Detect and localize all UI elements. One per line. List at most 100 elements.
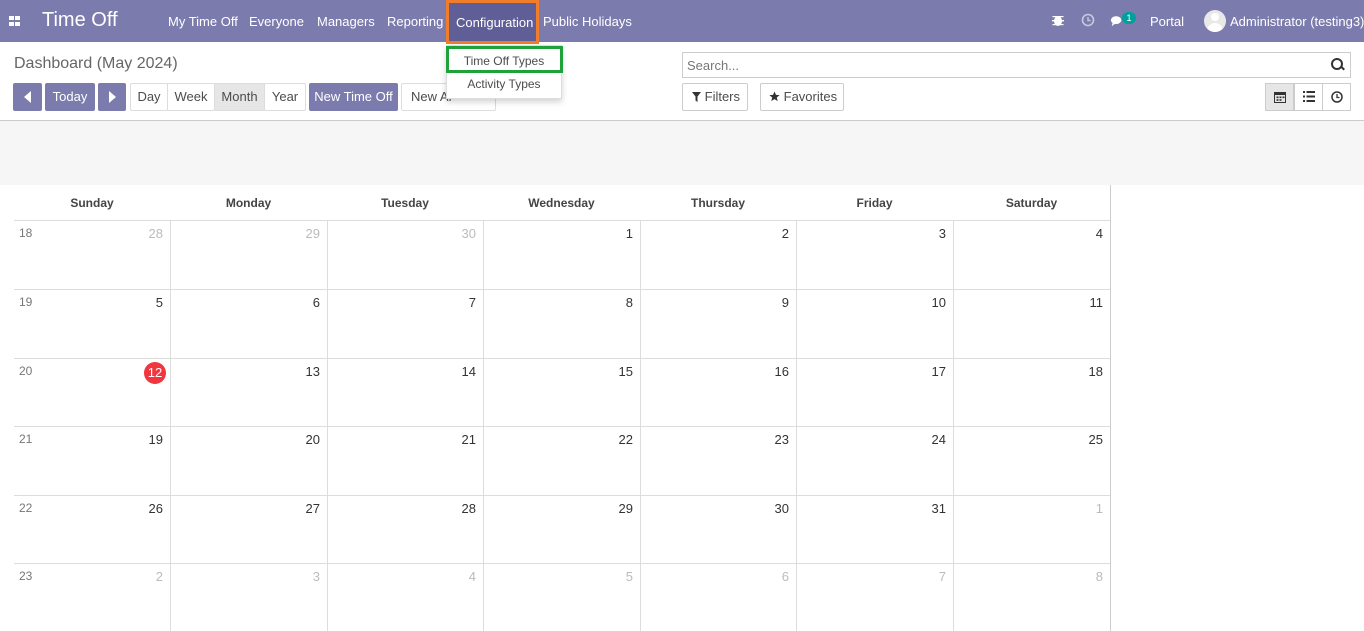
day-number: 6: [312, 295, 320, 310]
day-number: 15: [618, 364, 633, 379]
day-cell[interactable]: 7: [796, 564, 953, 631]
star-icon: [769, 91, 780, 102]
day-header-thursday: Thursday: [690, 196, 745, 210]
calendar-week-row: 22 26 27 28 29 30 31 1: [14, 496, 1110, 564]
menu-managers[interactable]: Managers: [317, 14, 375, 29]
day-header-monday: Monday: [225, 196, 272, 210]
day-cell[interactable]: 1: [953, 496, 1110, 564]
activity-view-button[interactable]: [1322, 83, 1351, 111]
day-cell[interactable]: 13: [170, 359, 327, 427]
day-number: 5: [625, 569, 633, 584]
arrow-left-icon: [24, 90, 31, 103]
day-cell[interactable]: 31: [796, 496, 953, 564]
day-number: 3: [938, 226, 946, 241]
day-cell[interactable]: 30: [640, 496, 796, 564]
day-number: 30: [461, 226, 476, 241]
menu-item-activity-types[interactable]: Activity Types: [447, 77, 561, 91]
day-number: 7: [468, 295, 476, 310]
user-menu[interactable]: Administrator (testing3): [1230, 14, 1364, 29]
day-cell[interactable]: 3: [170, 564, 327, 631]
debug-bug-icon[interactable]: [1051, 13, 1065, 27]
day-cell[interactable]: 26: [14, 496, 170, 564]
day-number: 10: [931, 295, 946, 310]
day-cell[interactable]: 6: [170, 290, 327, 358]
day-cell[interactable]: 10: [796, 290, 953, 358]
calendar-sidebar-area: [1110, 185, 1364, 631]
search-input[interactable]: [687, 56, 1317, 74]
day-cell[interactable]: 29: [483, 496, 640, 564]
today-button[interactable]: Today: [45, 83, 95, 111]
day-cell[interactable]: 16: [640, 359, 796, 427]
day-cell[interactable]: 30: [327, 221, 483, 289]
today-marker: 12: [144, 362, 166, 384]
day-cell[interactable]: 5: [483, 564, 640, 631]
day-cell[interactable]: 15: [483, 359, 640, 427]
day-number: 7: [938, 569, 946, 584]
favorites-button[interactable]: Favorites: [760, 83, 844, 111]
day-cell[interactable]: 1: [483, 221, 640, 289]
day-cell[interactable]: 29: [170, 221, 327, 289]
day-cell[interactable]: 8: [483, 290, 640, 358]
day-cell[interactable]: 7: [327, 290, 483, 358]
portal-link[interactable]: Portal: [1150, 14, 1184, 29]
menu-everyone[interactable]: Everyone: [249, 14, 304, 29]
day-cell[interactable]: 8: [953, 564, 1110, 631]
day-cell[interactable]: 20: [170, 427, 327, 495]
day-cell[interactable]: 2: [14, 564, 170, 631]
day-number: 1: [1095, 501, 1103, 516]
menu-public-holidays[interactable]: Public Holidays: [543, 14, 632, 29]
app-title[interactable]: Time Off: [42, 9, 118, 32]
calendar-icon: [1273, 92, 1286, 103]
scale-year-button[interactable]: Year: [264, 83, 306, 111]
day-cell[interactable]: 23: [640, 427, 796, 495]
scale-month-button[interactable]: Month: [214, 83, 265, 111]
day-cell[interactable]: 19: [14, 427, 170, 495]
day-cell[interactable]: 22: [483, 427, 640, 495]
day-cell[interactable]: 4: [327, 564, 483, 631]
menu-my-time-off[interactable]: My Time Off: [168, 14, 238, 29]
day-number: 21: [461, 432, 476, 447]
day-cell[interactable]: 3: [796, 221, 953, 289]
day-cell-today[interactable]: 12: [14, 359, 170, 427]
day-cell[interactable]: 21: [327, 427, 483, 495]
filters-button[interactable]: Filters: [682, 83, 748, 111]
day-cell[interactable]: 28: [14, 221, 170, 289]
day-cell[interactable]: 17: [796, 359, 953, 427]
day-cell[interactable]: 5: [14, 290, 170, 358]
day-number: 1: [625, 226, 633, 241]
day-cell[interactable]: 28: [327, 496, 483, 564]
day-number: 31: [931, 501, 946, 516]
day-cell[interactable]: 25: [953, 427, 1110, 495]
day-number: 4: [468, 569, 476, 584]
day-number: 20: [305, 432, 320, 447]
previous-button[interactable]: [13, 83, 42, 111]
day-number: 30: [774, 501, 789, 516]
activity-clock-icon[interactable]: [1081, 13, 1095, 27]
day-cell[interactable]: 18: [953, 359, 1110, 427]
day-number: 13: [305, 364, 320, 379]
messages-count-badge: 1: [1122, 12, 1136, 24]
menu-reporting[interactable]: Reporting: [387, 14, 443, 29]
user-avatar[interactable]: [1204, 10, 1226, 32]
day-cell[interactable]: 27: [170, 496, 327, 564]
menu-configuration-label: Configuration: [456, 15, 534, 30]
day-number: 8: [1095, 569, 1103, 584]
calendar-week-row: 23 2 3 4 5 6 7 8: [14, 564, 1110, 631]
arrow-right-icon: [108, 90, 116, 103]
day-cell[interactable]: 6: [640, 564, 796, 631]
scale-week-button[interactable]: Week: [167, 83, 215, 111]
day-cell[interactable]: 14: [327, 359, 483, 427]
day-cell[interactable]: 24: [796, 427, 953, 495]
new-time-off-button[interactable]: New Time Off: [309, 83, 398, 111]
next-button[interactable]: [98, 83, 126, 111]
apps-menu-icon[interactable]: [9, 16, 20, 26]
day-cell[interactable]: 9: [640, 290, 796, 358]
day-cell[interactable]: 4: [953, 221, 1110, 289]
day-cell[interactable]: 2: [640, 221, 796, 289]
menu-configuration[interactable]: Configuration: [446, 0, 539, 44]
list-view-button[interactable]: [1294, 83, 1323, 111]
scale-day-button[interactable]: Day: [130, 83, 168, 111]
search-icon[interactable]: [1331, 58, 1344, 71]
calendar-view-button[interactable]: [1265, 83, 1294, 111]
day-cell[interactable]: 11: [953, 290, 1110, 358]
